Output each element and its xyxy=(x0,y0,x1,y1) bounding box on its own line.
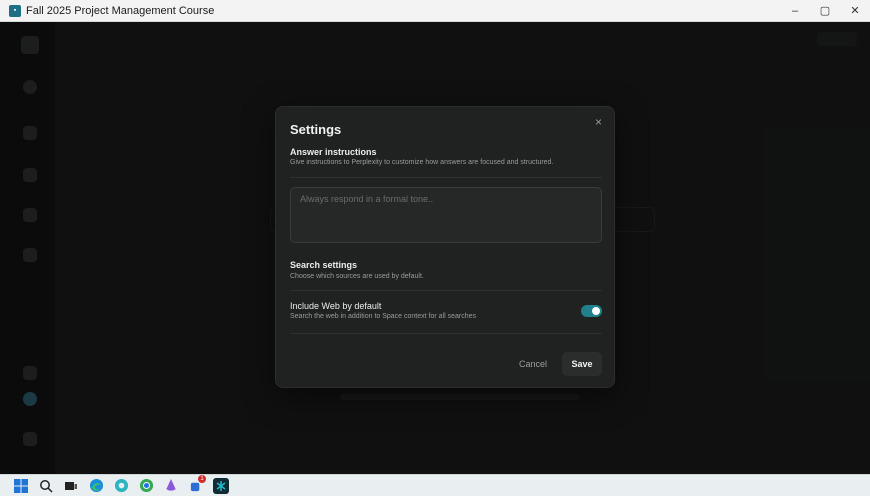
answer-instructions-input[interactable] xyxy=(290,187,602,243)
search-icon[interactable] xyxy=(38,478,54,494)
perplexity-icon[interactable] xyxy=(213,477,229,494)
edge-icon[interactable] xyxy=(88,478,104,494)
search-settings-title: Search settings xyxy=(290,260,358,270)
window-titlebar: ▪ Fall 2025 Project Management Course – … xyxy=(0,0,870,22)
minimize-button[interactable]: – xyxy=(780,0,810,22)
close-window-button[interactable]: ✕ xyxy=(840,0,870,22)
save-button[interactable]: Save xyxy=(562,352,602,376)
include-web-title: Include Web by default xyxy=(290,301,382,311)
app-logo-icon: ▪ xyxy=(9,4,21,17)
cancel-button[interactable]: Cancel xyxy=(508,352,558,376)
include-web-description: Search the web in addition to Space cont… xyxy=(290,313,476,320)
copilot-icon[interactable] xyxy=(163,478,179,494)
chrome-icon[interactable] xyxy=(138,478,154,494)
windows-taskbar: 1 xyxy=(0,474,870,496)
divider xyxy=(290,290,602,291)
dialog-title: Settings xyxy=(290,122,342,137)
answer-instructions-title: Answer instructions xyxy=(290,147,377,157)
settings-dialog: × Settings Answer instructions Give inst… xyxy=(275,106,615,388)
window-controls: – ▢ ✕ xyxy=(780,0,870,22)
divider xyxy=(290,177,602,178)
maximize-button[interactable]: ▢ xyxy=(810,0,840,22)
search-settings-description: Choose which sources are used by default… xyxy=(290,273,424,280)
close-icon[interactable]: × xyxy=(595,115,602,129)
answer-instructions-description: Give instructions to Perplexity to custo… xyxy=(290,159,554,166)
app-notification-icon[interactable]: 1 xyxy=(188,474,206,494)
toggle-knob xyxy=(592,307,600,315)
notification-badge: 1 xyxy=(198,474,206,483)
task-view-icon[interactable] xyxy=(63,478,79,494)
window-title: Fall 2025 Project Management Course xyxy=(26,4,215,17)
chrome-canary-icon[interactable] xyxy=(113,478,129,494)
windows-start-icon[interactable] xyxy=(13,478,29,494)
include-web-toggle[interactable] xyxy=(581,305,602,317)
divider xyxy=(290,333,602,334)
